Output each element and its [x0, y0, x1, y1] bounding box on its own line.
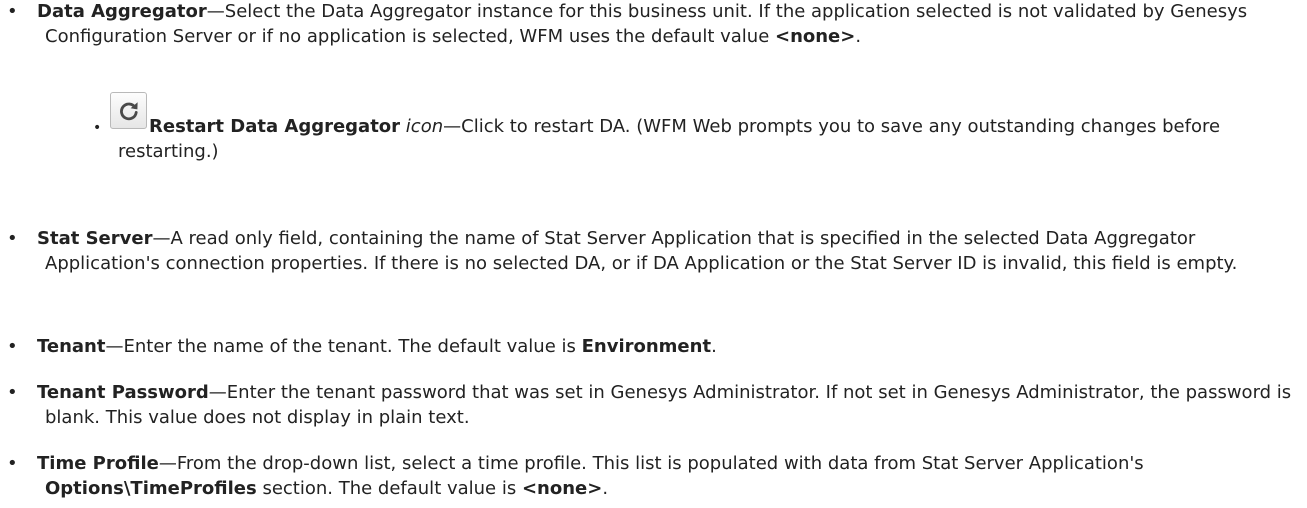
- desc-time-profile-end: .: [602, 477, 609, 499]
- term-tenant: Tenant: [37, 336, 106, 357]
- desc-tenant-end: .: [711, 336, 717, 357]
- section-options-timeprofiles: Options\TimeProfiles: [45, 477, 257, 499]
- default-value-environment: Environment: [581, 336, 712, 357]
- default-value-none: <none>: [521, 477, 603, 499]
- default-value-none: <none>: [774, 25, 856, 47]
- icon-word: icon: [405, 116, 444, 137]
- list-item-stat-server: Stat Server—A read only field, containin…: [0, 227, 1307, 276]
- desc-tenant-password: —Enter the tenant password that was set …: [45, 382, 1292, 428]
- desc-time-profile-mid: section. The default value is: [256, 477, 522, 499]
- term-tenant-password: Tenant Password: [37, 382, 209, 403]
- refresh-icon-glyph: [120, 102, 138, 121]
- term-time-profile: Time Profile: [37, 453, 159, 474]
- list-item-tenant: Tenant—Enter the name of the tenant. The…: [0, 335, 723, 360]
- list-item-time-profile: Time Profile—From the drop-down list, se…: [0, 452, 1307, 501]
- list-item-data-aggregator: Data Aggregator—Select the Data Aggregat…: [0, 0, 1307, 49]
- refresh-icon[interactable]: [110, 92, 147, 129]
- desc-data-aggregator: —Select the Data Aggregator instance for…: [45, 1, 1248, 47]
- term-stat-server: Stat Server: [37, 228, 153, 249]
- desc-tenant: —Enter the name of the tenant. The defau…: [105, 336, 582, 357]
- list-item-tenant-password: Tenant Password—Enter the tenant passwor…: [0, 381, 1307, 430]
- list-item-restart-data-aggregator: Restart Data Aggregator icon—Click to re…: [0, 92, 1307, 162]
- desc-stat-server: —A read only field, containing the name …: [45, 228, 1238, 274]
- term-data-aggregator: Data Aggregator: [37, 1, 207, 22]
- term-restart-data-aggregator: Restart Data Aggregator: [149, 116, 401, 137]
- desc-time-profile: —From the drop-down list, select a time …: [158, 453, 1144, 474]
- desc-data-aggregator-end: .: [855, 25, 862, 47]
